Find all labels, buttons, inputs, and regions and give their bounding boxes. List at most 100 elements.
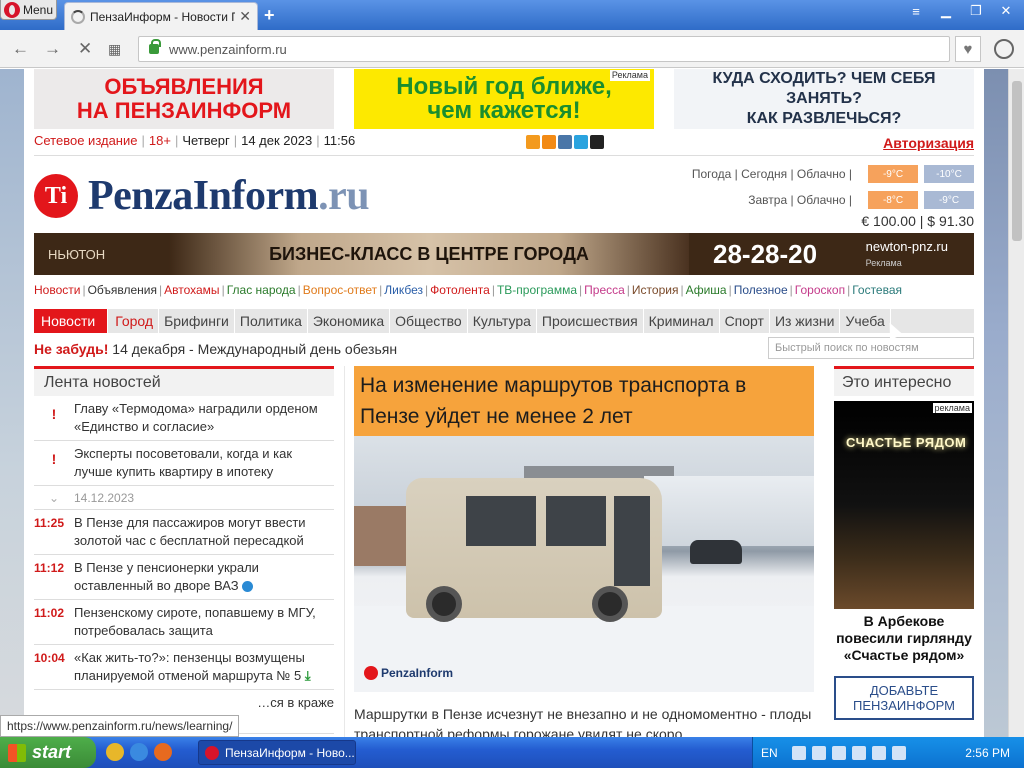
ad-leisure[interactable]: КУДА СХОДИТЬ? ЧЕМ СЕБЯ ЗАНЯТЬ? КАК РАЗВЛ… [674, 69, 974, 129]
menu-item[interactable]: Брифинги [159, 309, 235, 333]
close-tab-icon[interactable]: ✕ [239, 8, 251, 25]
ie-icon[interactable] [130, 743, 148, 761]
forward-arrow-icon[interactable]: → [44, 39, 61, 59]
bookmark-heart-icon[interactable]: ♥ [955, 36, 981, 62]
chevron-down-icon[interactable]: ⌄ [34, 491, 74, 505]
separator: | [379, 283, 383, 297]
menu-item[interactable]: Происшествия [537, 309, 644, 333]
tool-icon[interactable] [811, 745, 826, 760]
section-link[interactable]: Фотолента [430, 283, 490, 297]
firefox-icon[interactable] [154, 743, 172, 761]
reminder-text[interactable]: 14 декабря - Международный день обезьян [112, 341, 397, 357]
feed-date-row[interactable]: ⌄ 14.12.2023 [34, 486, 334, 510]
start-button[interactable]: start [0, 737, 96, 768]
section-link[interactable]: ТВ-программа [497, 283, 577, 297]
login-link[interactable]: Авторизация [883, 135, 974, 151]
menu-item[interactable]: Новости [34, 309, 109, 333]
list-item[interactable]: ! Эксперты посоветовали, когда и как луч… [34, 441, 334, 486]
dzen-icon[interactable] [590, 135, 604, 149]
stop-icon[interactable]: ✕ [78, 39, 92, 59]
news-title[interactable]: Эксперты посоветовали, когда и как лучше… [74, 445, 334, 481]
news-time: 11:02 [34, 606, 65, 620]
section-link[interactable]: Новости [34, 283, 80, 297]
restore-icon[interactable]: ❐ [962, 2, 990, 20]
odnoklassniki-icon[interactable] [542, 135, 556, 149]
ad-classifieds-line1: ОБЪЯВЛЕНИЯ [104, 74, 264, 99]
section-link[interactable]: Гостевая [852, 283, 902, 297]
section-link[interactable]: Вопрос-ответ [303, 283, 377, 297]
section-link[interactable]: Пресса [584, 283, 625, 297]
news-title[interactable]: Главу «Термодома» наградили орденом «Еди… [74, 400, 334, 436]
keyboard-icon[interactable] [791, 745, 806, 760]
separator: | [847, 283, 851, 297]
main-photo[interactable]: PenzaInform [354, 436, 814, 692]
ad-new-year[interactable]: Реклама Новый год ближе, чем кажется! [354, 69, 654, 129]
site-logo[interactable]: Ti PenzaInform.ru [34, 172, 370, 220]
network-edition-link[interactable]: Сетевое издание [34, 133, 137, 148]
telegram-icon[interactable] [574, 135, 588, 149]
address-bar[interactable]: www.penzainform.ru [138, 36, 950, 62]
search-icon[interactable] [891, 745, 906, 760]
news-title[interactable]: Пензенскому сироте, попавшему в МГУ, пот… [74, 604, 334, 640]
menu-item[interactable]: Спорт [720, 309, 770, 333]
speed-dial-icon[interactable]: ▦ [108, 41, 121, 58]
menu-item[interactable]: Культура [468, 309, 537, 333]
security-icon[interactable] [871, 745, 886, 760]
list-item[interactable]: ! Главу «Термодома» наградили орденом «Е… [34, 396, 334, 441]
vk-icon[interactable] [558, 135, 572, 149]
interesting-block: Это интересно реклама СЧАСТЬЕ РЯДОМ В Ар… [834, 366, 974, 720]
vertical-scrollbar[interactable] [1008, 69, 1024, 737]
menu-item[interactable]: Криминал [644, 309, 720, 333]
browser-tab[interactable]: ПензаИнформ - Новости Пен ✕ [64, 2, 258, 30]
new-tab-button[interactable]: + [264, 5, 275, 26]
separator: | [425, 283, 429, 297]
rss-icon[interactable] [526, 135, 540, 149]
quick-search-input[interactable]: Быстрый поиск по новостям [768, 337, 974, 359]
back-arrow-icon[interactable]: ← [12, 39, 29, 59]
add-penzainform-button[interactable]: ДОБАВЬТЕ ПЕНЗАИНФОРМ [834, 676, 974, 720]
list-item[interactable]: 11:02 Пензенскому сироте, попавшему в МГ… [34, 600, 334, 645]
important-mark: ! [51, 451, 57, 467]
section-link[interactable]: Полезное [734, 283, 788, 297]
news-title[interactable]: В Пензе для пассажиров могут ввести золо… [74, 514, 334, 550]
list-item[interactable]: 10:04 «Как жить-то?»: пензенцы возмущены… [34, 645, 334, 690]
task-label: ПензаИнформ - Ново... [225, 745, 355, 760]
minimize-icon[interactable]: ▁ [932, 2, 960, 20]
user-account-icon[interactable] [994, 39, 1014, 59]
section-link[interactable]: История [632, 283, 679, 297]
weather-today-night: -10°C [924, 165, 974, 183]
scrollbar-thumb[interactable] [1012, 81, 1022, 241]
news-title[interactable]: «Как жить-то?»: пензенцы возмущены плани… [74, 649, 334, 685]
list-item[interactable]: 11:12 В Пензе у пенсионерки украли остав… [34, 555, 334, 600]
menu-item[interactable]: Экономика [308, 309, 391, 333]
menu-item[interactable]: Город [110, 309, 160, 333]
taskbar-opera-window[interactable]: ПензаИнформ - Ново... [198, 740, 356, 765]
news-title[interactable]: В Пензе у пенсионерки украли оставленный… [74, 559, 334, 595]
menu-item[interactable]: Учеба [840, 309, 891, 333]
tab-menu-icon[interactable]: ≡ [902, 2, 930, 20]
language-indicator[interactable]: EN [761, 746, 778, 760]
section-link[interactable]: Автохамы [164, 283, 219, 297]
section-link[interactable]: Афиша [686, 283, 727, 297]
menu-item[interactable]: Общество [390, 309, 468, 333]
main-headline[interactable]: На изменение маршрутов транспорта в Пенз… [354, 366, 814, 436]
interesting-caption[interactable]: В Арбекове повесили гирлянду «Счастье ря… [834, 613, 974, 664]
close-window-icon[interactable]: ✕ [992, 2, 1020, 20]
menu-item[interactable]: Политика [235, 309, 308, 333]
list-item[interactable]: 11:25 В Пензе для пассажиров могут ввест… [34, 510, 334, 555]
chrome-icon[interactable] [106, 743, 124, 761]
main-lead[interactable]: Маршрутки в Пензе исчезнут не внезапно и… [354, 704, 814, 737]
section-link[interactable]: Объявления [88, 283, 157, 297]
ad-classifieds[interactable]: ОБЪЯВЛЕНИЯ НА ПЕНЗАИНФОРМ [34, 69, 334, 129]
interesting-image[interactable]: реклама СЧАСТЬЕ РЯДОМ [834, 401, 974, 609]
menu-item[interactable]: Из жизни [770, 309, 841, 333]
volume-icon[interactable] [831, 745, 846, 760]
network-icon[interactable] [851, 745, 866, 760]
section-link[interactable]: Гороскоп [795, 283, 845, 297]
section-link[interactable]: Глас народа [227, 283, 296, 297]
watermark-text: PenzaInform [381, 666, 454, 680]
opera-menu-button[interactable]: Menu [0, 0, 57, 20]
age-rating: 18+ [148, 133, 171, 148]
section-link[interactable]: Ликбез [384, 283, 423, 297]
newton-banner[interactable]: НЬЮТОН БИЗНЕС-КЛАСС В ЦЕНТРЕ ГОРОДА 28-2… [34, 233, 974, 275]
